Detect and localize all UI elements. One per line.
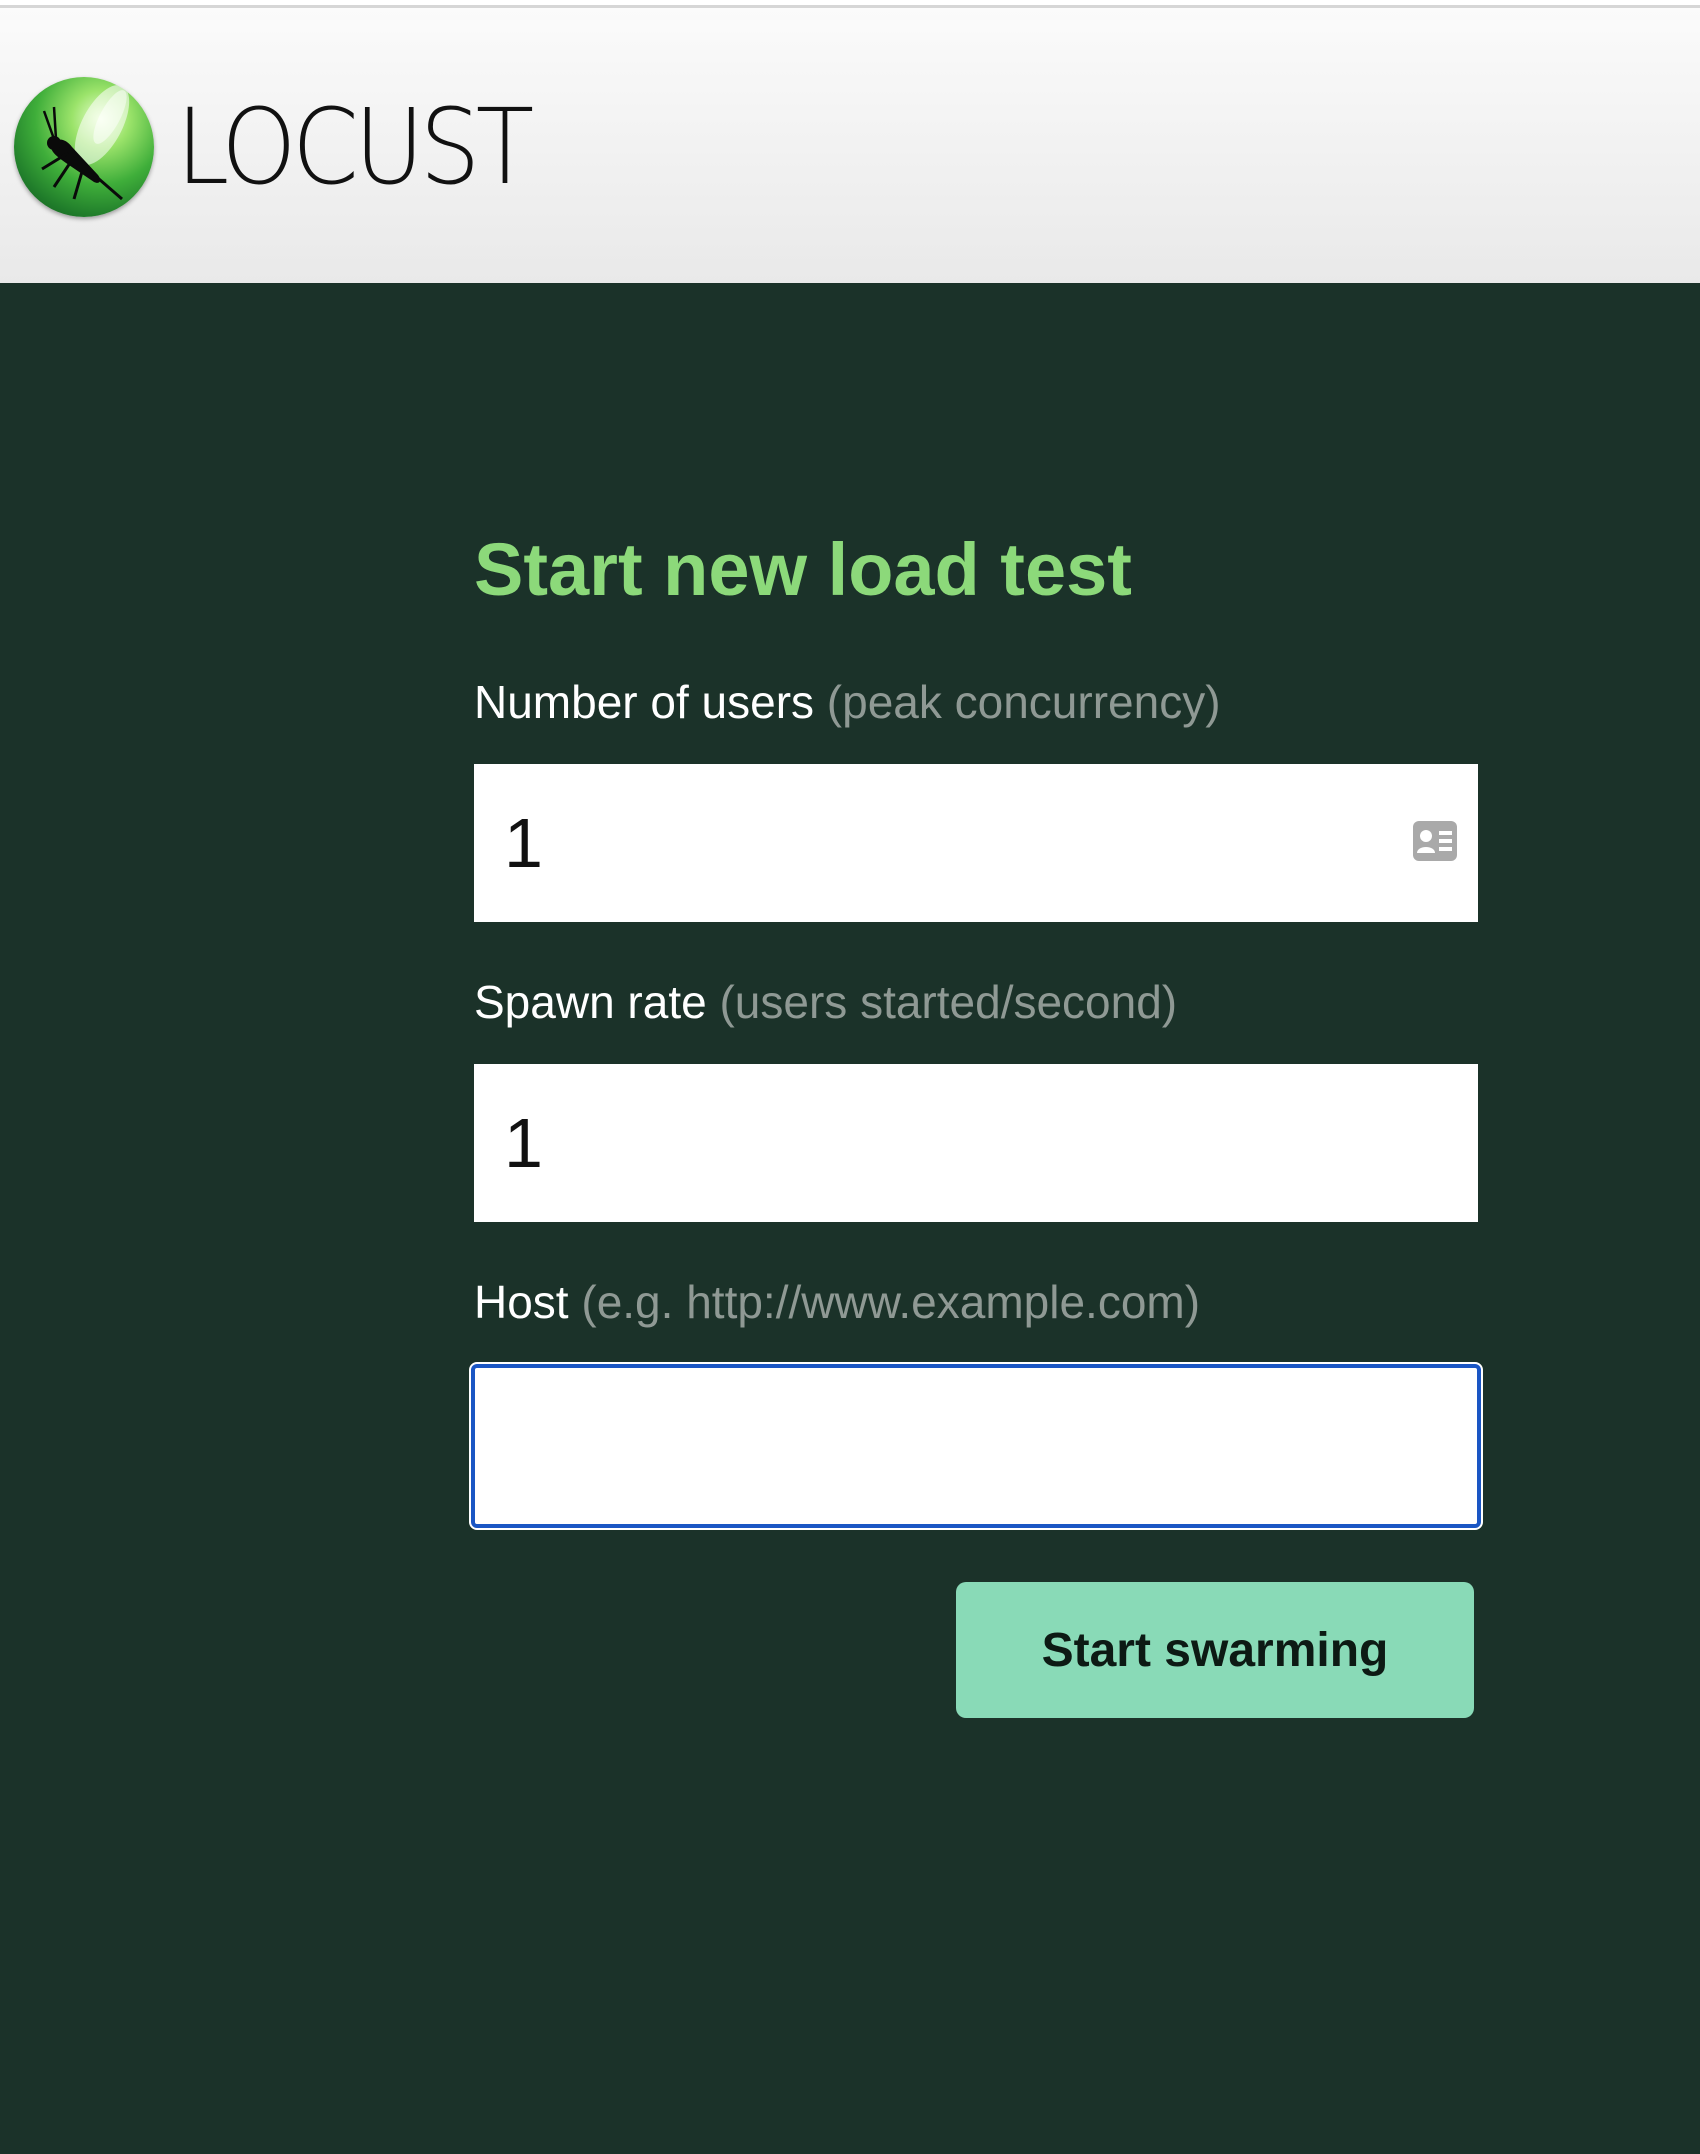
logo[interactable]: LOCUST bbox=[14, 74, 560, 219]
spawn-rate-input[interactable] bbox=[474, 1064, 1354, 1222]
users-input[interactable] bbox=[474, 764, 1354, 922]
users-label-hint: (peak concurrency) bbox=[826, 676, 1221, 728]
host-label-hint: (e.g. http://www.example.com) bbox=[581, 1276, 1201, 1328]
spawn-rate-field[interactable] bbox=[474, 1064, 1478, 1222]
header-bar: LOCUST bbox=[0, 8, 1700, 283]
host-label: Host (e.g. http://www.example.com) bbox=[474, 1272, 1478, 1332]
users-label: Number of users (peak concurrency) bbox=[474, 672, 1478, 732]
contact-card-icon[interactable] bbox=[1412, 820, 1458, 862]
host-label-text: Host bbox=[474, 1276, 569, 1328]
form-title: Start new load test bbox=[474, 528, 1132, 611]
spawn-rate-label-text: Spawn rate bbox=[474, 976, 707, 1028]
host-input[interactable] bbox=[475, 1368, 1355, 1524]
form-actions: Start swarming bbox=[474, 1582, 1478, 1718]
start-load-test-form: Start new load test Number of users (pea… bbox=[471, 520, 1481, 1718]
window-top-edge bbox=[0, 0, 1700, 8]
start-swarming-button[interactable]: Start swarming bbox=[956, 1582, 1474, 1718]
brand-name: LOCUST bbox=[176, 85, 534, 208]
spawn-rate-label-hint: (users started/second) bbox=[719, 976, 1178, 1028]
locust-logo-icon bbox=[14, 76, 154, 217]
users-label-text: Number of users bbox=[474, 676, 815, 728]
users-field[interactable] bbox=[474, 764, 1478, 922]
host-field[interactable] bbox=[471, 1364, 1481, 1528]
spawn-rate-label: Spawn rate (users started/second) bbox=[474, 972, 1478, 1032]
